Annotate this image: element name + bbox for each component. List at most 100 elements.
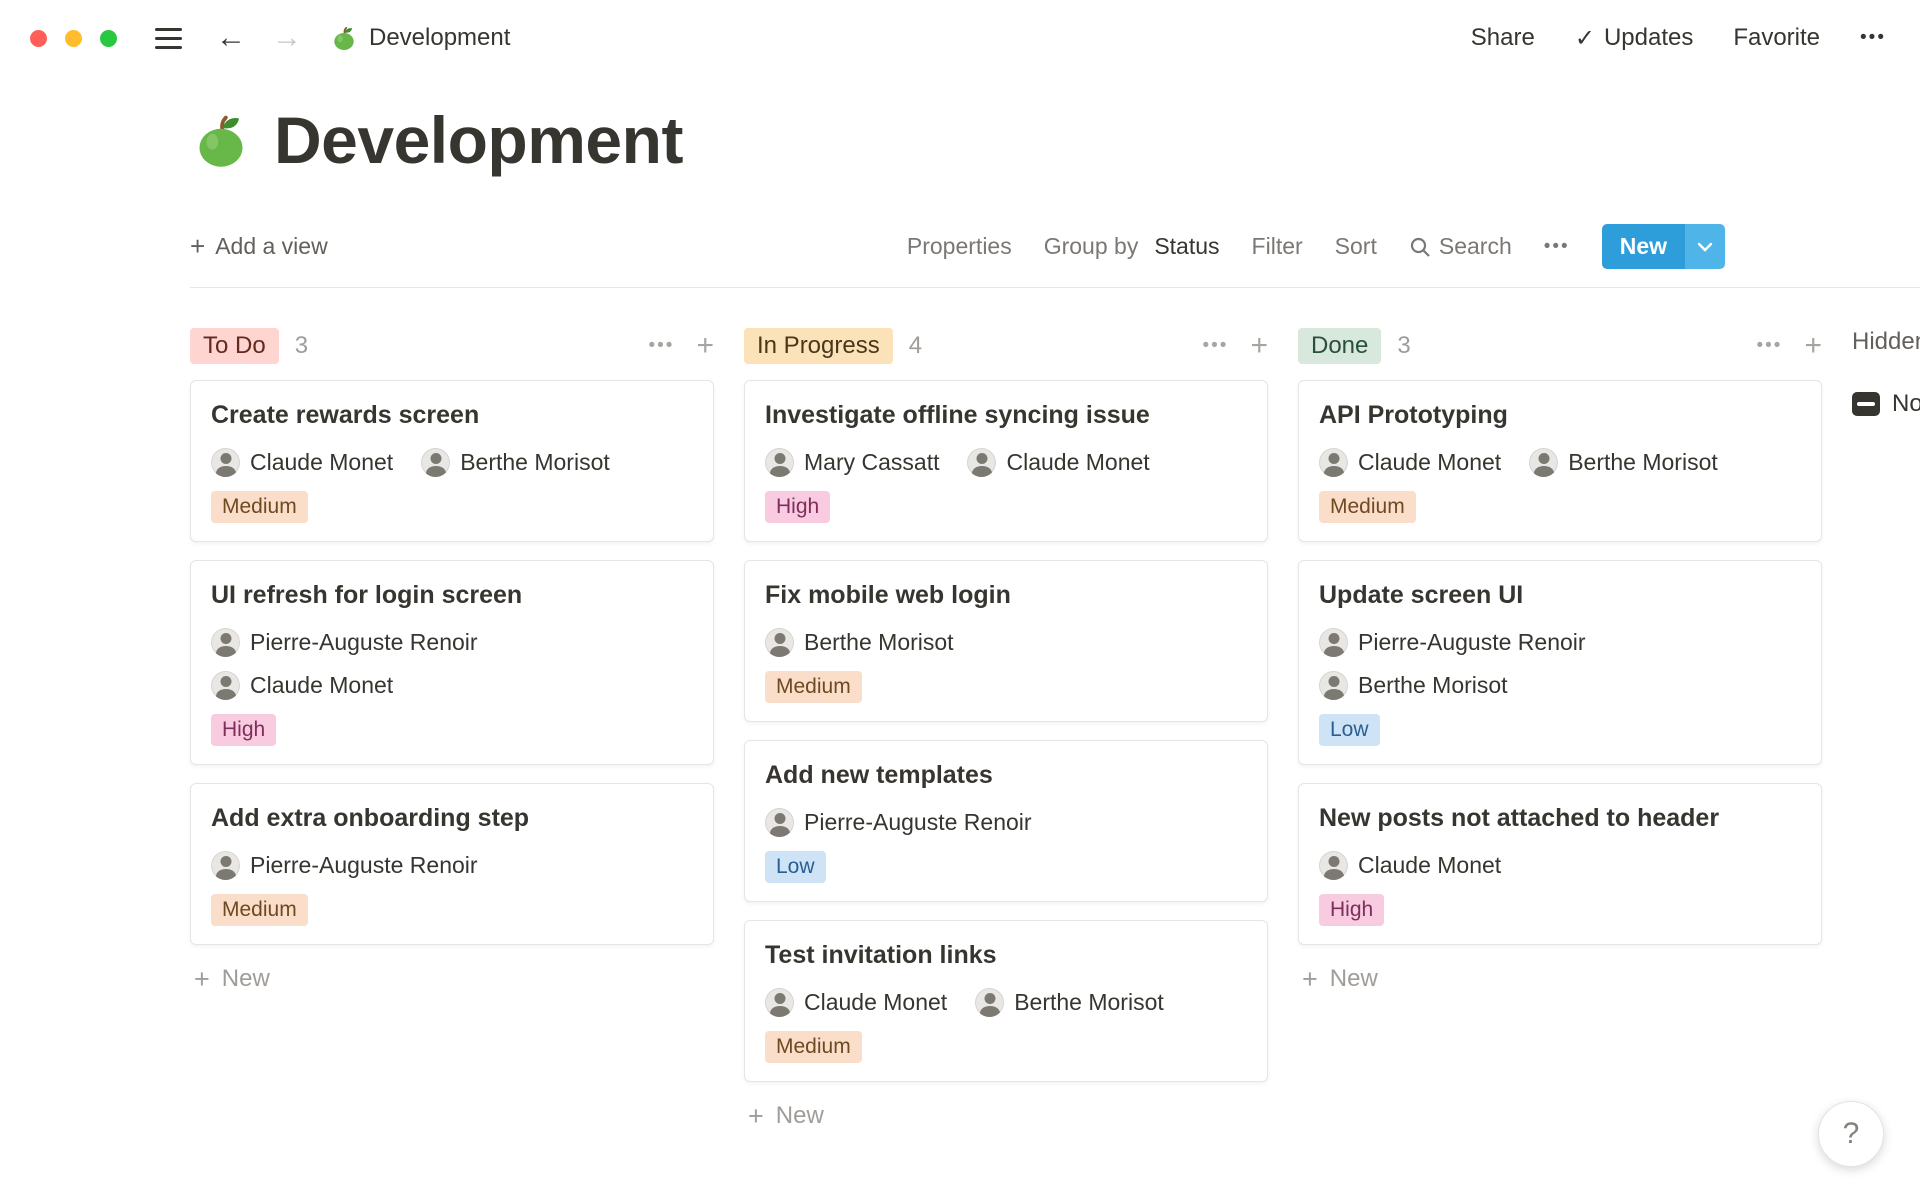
- priority-badge: High: [1319, 894, 1384, 926]
- card-add-extra-onboarding[interactable]: Add extra onboarding step Pierre-Auguste…: [190, 783, 714, 945]
- hidden-groups-section: Hidden No Status: [1852, 328, 1920, 418]
- card-new-posts-not-attached[interactable]: New posts not attached to header Claude …: [1298, 783, 1822, 945]
- person-name: Berthe Morisot: [804, 629, 954, 656]
- priority-badge: Low: [1319, 714, 1380, 746]
- person: Berthe Morisot: [765, 628, 954, 657]
- priority-badge: High: [765, 491, 830, 523]
- avatar: [765, 628, 794, 657]
- priority-badge: Medium: [211, 894, 308, 926]
- card-add-new-templates[interactable]: Add new templates Pierre-Auguste Renoir …: [744, 740, 1268, 902]
- person-name: Claude Monet: [1358, 449, 1501, 476]
- breadcrumb[interactable]: Development: [330, 24, 510, 52]
- favorite-button[interactable]: Favorite: [1733, 24, 1820, 52]
- card-investigate-offline-syncing[interactable]: Investigate offline syncing issue Mary C…: [744, 380, 1268, 542]
- avatar: [1319, 628, 1348, 657]
- add-card-button[interactable]: + New: [190, 965, 714, 993]
- person-name: Pierre-Auguste Renoir: [1358, 629, 1586, 656]
- person: Berthe Morisot: [421, 448, 610, 477]
- sidebar-toggle-icon[interactable]: [155, 28, 182, 49]
- person-name: Pierre-Auguste Renoir: [250, 629, 478, 656]
- person: Berthe Morisot: [1319, 671, 1508, 700]
- priority-badge: Medium: [765, 671, 862, 703]
- avatar: [211, 671, 240, 700]
- properties-button[interactable]: Properties: [907, 233, 1012, 260]
- kanban-board: To Do 3 ••• + Create rewards screen Clau…: [190, 328, 1920, 1130]
- avatar: [1319, 851, 1348, 880]
- column-add-icon[interactable]: +: [1804, 331, 1822, 361]
- column-count: 3: [1397, 332, 1410, 360]
- avatar: [1319, 448, 1348, 477]
- card-fix-mobile-web-login[interactable]: Fix mobile web login Berthe Morisot Medi…: [744, 560, 1268, 722]
- group-by-button[interactable]: Group byStatus: [1044, 233, 1220, 260]
- column-add-icon[interactable]: +: [1250, 331, 1268, 361]
- search-button[interactable]: Search: [1409, 233, 1512, 260]
- card-title: Test invitation links: [765, 941, 1247, 970]
- help-button[interactable]: ?: [1818, 1101, 1884, 1167]
- card-title: Update screen UI: [1319, 581, 1801, 610]
- apple-page-icon: [330, 24, 358, 52]
- column-add-icon[interactable]: +: [696, 331, 714, 361]
- avatar: [1319, 671, 1348, 700]
- view-more-icon[interactable]: •••: [1544, 236, 1570, 258]
- priority-badge: Medium: [211, 491, 308, 523]
- column-more-icon[interactable]: •••: [1757, 335, 1783, 357]
- person-name: Claude Monet: [804, 989, 947, 1016]
- card-test-invitation-links[interactable]: Test invitation links Claude Monet Berth…: [744, 920, 1268, 1082]
- card-create-rewards-screen[interactable]: Create rewards screen Claude Monet Berth…: [190, 380, 714, 542]
- priority-badge: Low: [765, 851, 826, 883]
- hidden-groups-toggle[interactable]: Hidden: [1852, 328, 1920, 356]
- back-arrow-icon[interactable]: ←: [216, 21, 246, 55]
- person-name: Claude Monet: [250, 449, 393, 476]
- person-name: Claude Monet: [1358, 852, 1501, 879]
- person-name: Berthe Morisot: [1014, 989, 1164, 1016]
- person: Pierre-Auguste Renoir: [211, 851, 478, 880]
- filter-button[interactable]: Filter: [1252, 233, 1303, 260]
- new-button[interactable]: New: [1602, 224, 1725, 269]
- column-title-in-progress[interactable]: In Progress: [744, 328, 893, 364]
- chevron-down-icon[interactable]: [1685, 224, 1725, 269]
- card-title: Investigate offline syncing issue: [765, 401, 1247, 430]
- view-toolbar: + Add a view Properties Group byStatus F…: [190, 224, 1920, 288]
- check-icon: ✓: [1575, 24, 1595, 53]
- priority-badge: High: [211, 714, 276, 746]
- zoom-window-button[interactable]: [100, 30, 117, 47]
- avatar: [765, 448, 794, 477]
- sort-button[interactable]: Sort: [1335, 233, 1377, 260]
- person: Pierre-Auguste Renoir: [211, 628, 478, 657]
- person: Claude Monet: [211, 671, 393, 700]
- card-ui-refresh-login[interactable]: UI refresh for login screen Pierre-Augus…: [190, 560, 714, 765]
- avatar: [211, 851, 240, 880]
- card-update-screen-ui[interactable]: Update screen UI Pierre-Auguste Renoir B…: [1298, 560, 1822, 765]
- column-title-done[interactable]: Done: [1298, 328, 1381, 364]
- person-name: Berthe Morisot: [460, 449, 610, 476]
- column-more-icon[interactable]: •••: [1203, 335, 1229, 357]
- minimize-window-button[interactable]: [65, 30, 82, 47]
- person-name: Pierre-Auguste Renoir: [250, 852, 478, 879]
- add-card-button[interactable]: + New: [1298, 965, 1822, 993]
- person-name: Mary Cassatt: [804, 449, 939, 476]
- apple-page-icon-large[interactable]: [190, 109, 252, 171]
- window-controls: [30, 30, 117, 47]
- column-title-todo[interactable]: To Do: [190, 328, 279, 364]
- plus-icon: +: [748, 1103, 764, 1130]
- board-column-done: Done 3 ••• + API Prototyping Claude Mone…: [1298, 328, 1822, 993]
- breadcrumb-label: Development: [369, 24, 510, 52]
- person-name: Berthe Morisot: [1568, 449, 1718, 476]
- person: Claude Monet: [967, 448, 1149, 477]
- page-title[interactable]: Development: [274, 102, 683, 178]
- card-api-prototyping[interactable]: API Prototyping Claude Monet Berthe Mori…: [1298, 380, 1822, 542]
- person: Claude Monet: [1319, 448, 1501, 477]
- person-name: Berthe Morisot: [1358, 672, 1508, 699]
- card-title: API Prototyping: [1319, 401, 1801, 430]
- more-options-icon[interactable]: •••: [1860, 27, 1886, 49]
- add-card-button[interactable]: + New: [744, 1102, 1268, 1130]
- column-more-icon[interactable]: •••: [649, 335, 675, 357]
- close-window-button[interactable]: [30, 30, 47, 47]
- hidden-group-no-status[interactable]: No Status: [1852, 390, 1920, 418]
- person: Mary Cassatt: [765, 448, 939, 477]
- share-button[interactable]: Share: [1471, 24, 1535, 52]
- forward-arrow-icon[interactable]: →: [272, 21, 302, 55]
- avatar: [421, 448, 450, 477]
- add-view-button[interactable]: + Add a view: [190, 231, 328, 262]
- updates-button[interactable]: ✓ Updates: [1575, 24, 1694, 53]
